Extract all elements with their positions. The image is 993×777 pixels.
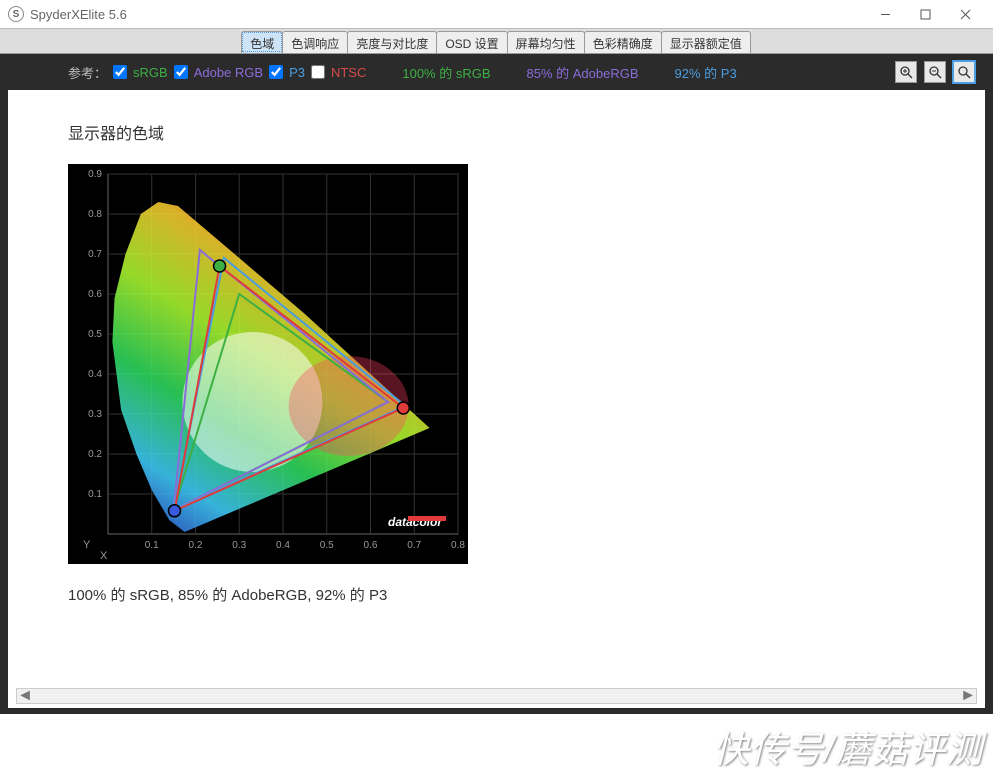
svg-text:0.9: 0.9 [88,169,102,180]
svg-text:0.4: 0.4 [88,369,102,380]
svg-text:0.7: 0.7 [407,540,421,551]
svg-text:Y: Y [83,539,91,551]
svg-text:0.5: 0.5 [320,540,334,551]
chart-title: 显示器的色域 [68,120,925,144]
chart-panel: 显示器的色域 0.1 0.2 0.3 0.4 0.5 0.6 0.7 0.8 0.1 0.2 0.3… [8,90,985,708]
scroll-track[interactable] [33,689,960,703]
tab-显示器额定值[interactable]: 显示器额定值 [661,31,751,53]
tab-屏幕均匀性[interactable]: 屏幕均匀性 [507,31,585,53]
tab-色域[interactable]: 色域 [241,31,283,53]
reference-label: 参考： [68,63,107,82]
window-title: SpyderXElite 5.6 [30,7,127,22]
srgb-checkbox[interactable] [113,65,127,79]
svg-text:0.4: 0.4 [276,540,290,551]
svg-text:0.2: 0.2 [189,540,203,551]
svg-text:0.3: 0.3 [88,409,102,420]
adobe-label: Adobe RGB [194,65,263,80]
scroll-right-arrow[interactable]: ► [960,689,976,703]
window-titlebar: S SpyderXElite 5.6 [0,0,993,28]
options-toolbar: 参考： sRGB Adobe RGB P3 NTSC 100% 的 sRGB 8… [8,54,985,90]
ntsc-checkbox[interactable] [311,65,325,79]
srgb-percent: 100% 的 sRGB [402,63,490,82]
adobe-checkbox[interactable] [174,65,188,79]
ntsc-label: NTSC [331,65,366,80]
srgb-label: sRGB [133,65,168,80]
tab-亮度与对比度[interactable]: 亮度与对比度 [347,31,437,53]
svg-text:0.7: 0.7 [88,249,102,260]
minimize-button[interactable] [865,0,905,28]
content-area: 参考： sRGB Adobe RGB P3 NTSC 100% 的 sRGB 8… [0,54,993,714]
svg-text:0.6: 0.6 [88,289,102,300]
svg-text:0.8: 0.8 [88,209,102,220]
zoom-out-button[interactable] [924,61,946,83]
svg-text:0.5: 0.5 [88,329,102,340]
svg-text:X: X [100,550,108,562]
chart-summary: 100% 的 sRGB, 85% 的 AdobeRGB, 92% 的 P3 [68,584,925,605]
svg-text:0.3: 0.3 [232,540,246,551]
watermark-text: 快传号/蘑菇评测 [713,721,983,773]
app-icon: S [8,6,24,22]
adobe-percent: 85% 的 AdobeRGB [527,63,639,82]
tab-bar: 色域色调响应亮度与对比度OSD 设置屏幕均匀性色彩精确度显示器额定值 [0,28,993,54]
cie-chart: 0.1 0.2 0.3 0.4 0.5 0.6 0.7 0.8 0.1 0.2 0.3 0.4 0.5 0… [68,164,468,564]
zoom-fit-button[interactable] [953,61,975,83]
horizontal-scrollbar[interactable]: ◄ ► [16,688,977,704]
maximize-button[interactable] [905,0,945,28]
p3-checkbox[interactable] [269,65,283,79]
scroll-left-arrow[interactable]: ◄ [17,689,33,703]
tab-OSD 设置[interactable]: OSD 设置 [436,31,507,53]
tab-色彩精确度[interactable]: 色彩精确度 [584,31,662,53]
svg-text:0.1: 0.1 [145,540,159,551]
svg-text:0.1: 0.1 [88,489,102,500]
tab-色调响应[interactable]: 色调响应 [282,31,348,53]
p3-label: P3 [289,65,305,80]
svg-text:0.6: 0.6 [364,540,378,551]
p3-percent: 92% 的 P3 [675,63,737,82]
close-button[interactable] [945,0,985,28]
zoom-in-button[interactable] [895,61,917,83]
svg-text:0.2: 0.2 [88,449,102,460]
svg-text:0.8: 0.8 [451,540,465,551]
